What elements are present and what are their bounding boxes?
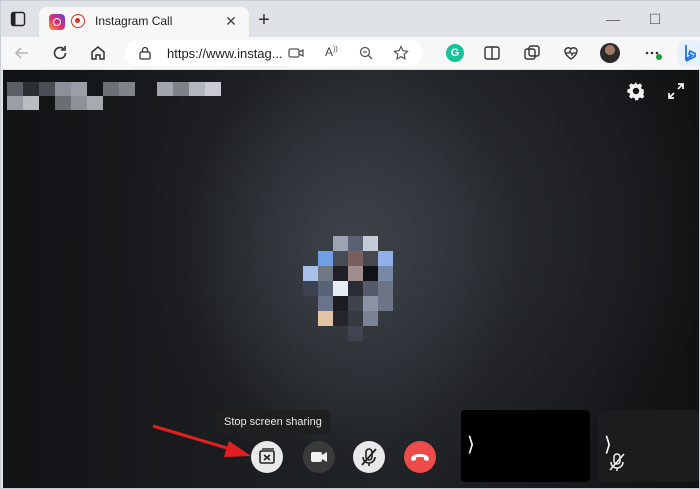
participant-names-blurred xyxy=(7,82,221,112)
end-call-button[interactable] xyxy=(404,441,436,473)
camera-toggle-button[interactable] xyxy=(303,441,335,473)
tab-instagram-call[interactable]: Instagram Call ✕ xyxy=(39,7,249,37)
microphone-toggle-button[interactable] xyxy=(353,441,385,473)
minimize-icon[interactable]: — xyxy=(601,9,625,29)
annotation-arrow xyxy=(152,424,251,457)
zoom-out-icon[interactable] xyxy=(359,46,374,61)
recording-icon xyxy=(71,14,85,28)
grammarly-icon[interactable]: G xyxy=(446,44,464,62)
video-camera-icon xyxy=(311,452,327,462)
more-icon[interactable] xyxy=(642,43,662,63)
instagram-icon xyxy=(49,14,65,30)
lock-icon[interactable] xyxy=(139,46,151,60)
refresh-icon[interactable] xyxy=(50,43,70,63)
stop-screen-sharing-button[interactable] xyxy=(251,441,283,473)
star-icon[interactable] xyxy=(393,45,409,61)
collections-icon[interactable] xyxy=(522,43,542,63)
expand-chevron-icon[interactable]: ⟩ xyxy=(467,432,475,456)
browser-essentials-icon[interactable] xyxy=(561,43,581,63)
hang-up-icon xyxy=(411,454,429,461)
close-tab-icon[interactable]: ✕ xyxy=(221,11,241,31)
url-text: https://www.instag... xyxy=(167,46,283,61)
participant-tile[interactable]: ⟩ xyxy=(461,410,590,482)
tab-strip: Instagram Call ✕ + — ☐ xyxy=(1,1,700,37)
read-aloud-icon[interactable]: A)) xyxy=(325,45,338,59)
bing-icon[interactable] xyxy=(678,40,700,66)
new-tab-button[interactable]: + xyxy=(253,9,275,31)
camera-icon[interactable] xyxy=(288,46,304,60)
fullscreen-icon[interactable] xyxy=(667,82,685,100)
browser-toolbar: https://www.instag... A)) G xyxy=(1,37,700,70)
self-view-tile[interactable]: ⟩ xyxy=(598,410,699,482)
tab-actions-icon[interactable] xyxy=(10,11,26,27)
stop-share-icon xyxy=(259,448,275,464)
profile-avatar[interactable] xyxy=(600,43,620,63)
gear-icon[interactable] xyxy=(625,80,647,102)
split-screen-icon[interactable] xyxy=(482,43,502,63)
participant-video-blurred xyxy=(303,236,393,341)
mic-off-icon xyxy=(609,453,625,471)
home-icon[interactable] xyxy=(88,43,108,63)
browser-window: Instagram Call ✕ + — ☐ https://www.insta… xyxy=(0,0,700,489)
address-bar[interactable]: https://www.instag... A)) xyxy=(125,40,423,66)
tab-title: Instagram Call xyxy=(95,14,173,28)
back-arrow-icon[interactable] xyxy=(12,43,32,63)
mic-off-icon xyxy=(361,448,377,466)
video-call-area: Stop screen sharing ⟩ ⟩ xyxy=(3,70,699,488)
maximize-icon[interactable]: ☐ xyxy=(643,9,667,29)
